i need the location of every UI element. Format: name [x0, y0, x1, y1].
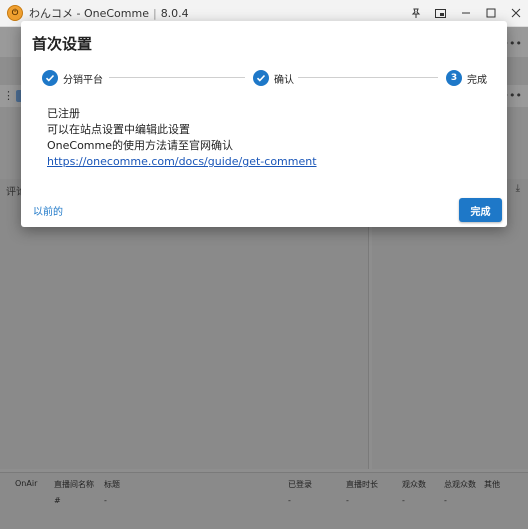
step-number: 3	[446, 70, 462, 86]
step-label: 确认	[274, 74, 294, 86]
step-connector	[109, 77, 245, 78]
step-connector	[298, 77, 438, 78]
table-header: 其他	[484, 480, 500, 489]
back-button[interactable]: 以前的	[33, 203, 63, 218]
step-label: 分销平台	[63, 74, 103, 86]
table-row: # - - - - -	[0, 493, 528, 509]
registered-text: 已注册	[47, 107, 80, 120]
guide-hint-text: OneComme的使用方法请至官网确认	[47, 139, 234, 152]
table-header: 标题	[104, 480, 120, 489]
window-title: わんコメ - OneComme	[29, 7, 149, 20]
guide-link[interactable]: https://onecomme.com/docs/guide/get-comm…	[47, 155, 317, 168]
app-logo-icon: ⏻	[7, 5, 23, 21]
finish-button[interactable]: 完成	[459, 198, 502, 222]
step-platform: 分销平台	[42, 67, 103, 89]
check-icon	[42, 70, 58, 86]
dialog-title: 首次设置	[32, 35, 93, 53]
download-icon: ⤓	[515, 183, 520, 194]
app-version: 8.0.4	[160, 6, 189, 20]
setup-dialog: 首次设置 分销平台 确认 3 完成 已注册 可以在站点设置中编辑此设置 OneC…	[21, 21, 507, 227]
table-header: 直播时长	[346, 480, 378, 489]
table-cell: -	[346, 496, 349, 505]
settings-hint-text: 可以在站点设置中编辑此设置	[47, 123, 190, 136]
title-separator: |	[152, 6, 157, 20]
table-header: 已登录	[288, 480, 312, 489]
step-complete: 3 完成	[446, 67, 487, 89]
step-confirm: 确认	[253, 67, 294, 89]
table-cell: -	[444, 496, 447, 505]
table-header: 总观众数	[444, 480, 476, 489]
table-header: 直播间名称	[54, 480, 94, 489]
setup-stepper: 分销平台 确认 3 完成	[21, 67, 507, 89]
table-cell: -	[288, 496, 291, 505]
table-header: 观众数	[402, 480, 426, 489]
table-cell: -	[402, 496, 405, 505]
room-table: OnAir 直播间名称 标题 已登录 直播时长 观众数 总观众数 其他 # - …	[0, 472, 528, 529]
drag-handle-icon: ⋮	[3, 89, 14, 102]
table-cell: -	[104, 496, 107, 505]
check-icon	[253, 70, 269, 86]
table-header: OnAir	[15, 479, 38, 488]
step-label: 完成	[467, 74, 487, 86]
table-header-row: OnAir 直播间名称 标题 已登录 直播时长 观众数 总观众数 其他	[0, 476, 528, 492]
table-cell: #	[54, 496, 61, 505]
dialog-message: 已注册 可以在站点设置中编辑此设置 OneComme的使用方法请至官网确认 ht…	[47, 106, 317, 170]
